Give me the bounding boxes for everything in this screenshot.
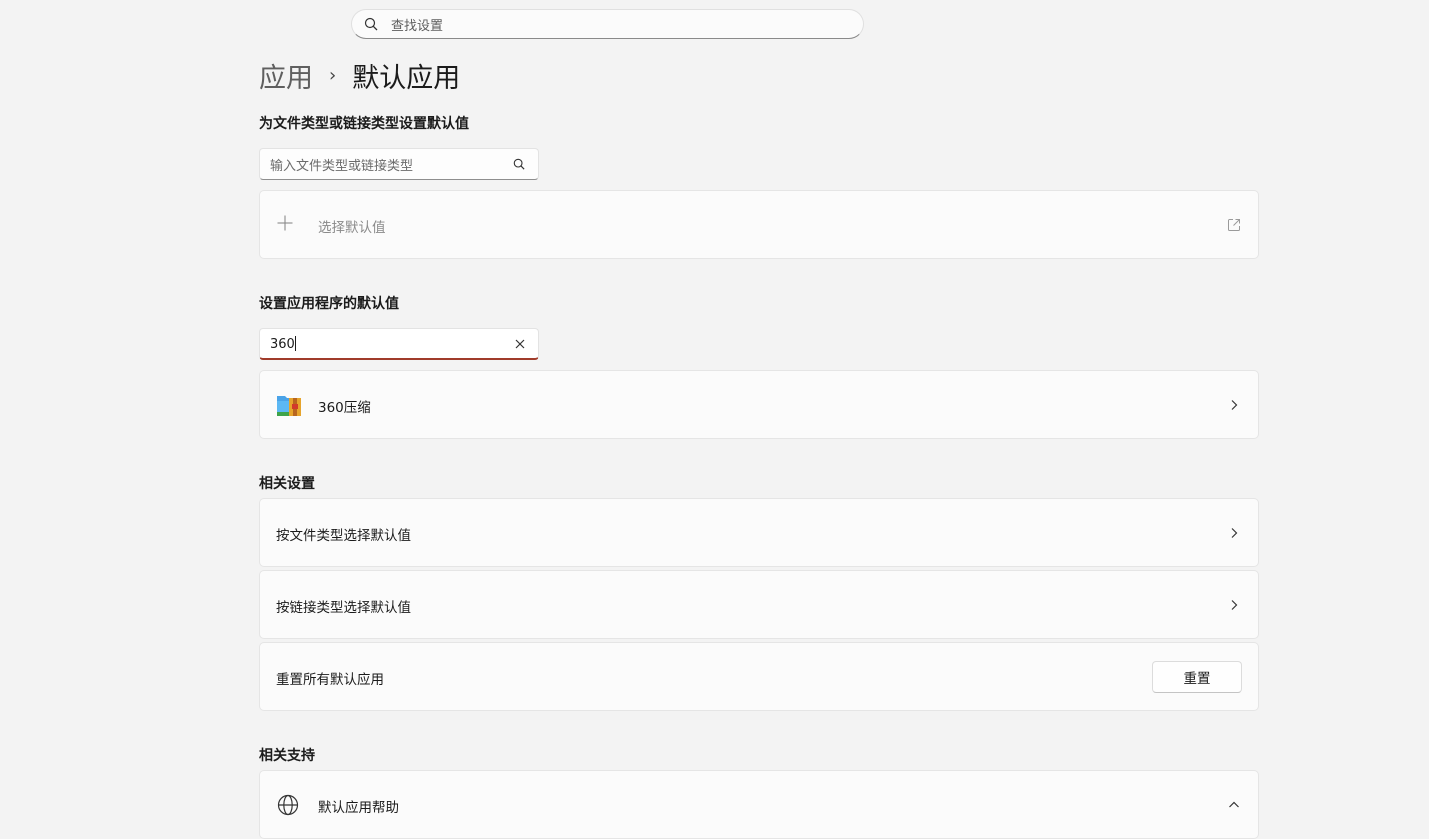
globe-icon <box>277 794 299 816</box>
related-settings-title: 相关设置 <box>259 476 315 492</box>
file-type-search-placeholder: 输入文件类型或链接类型 <box>270 158 414 174</box>
reset-all-defaults-row: 重置所有默认应用 重置 <box>259 642 1259 711</box>
apps-section-title: 设置应用程序的默认值 <box>259 296 399 312</box>
default-apps-help-label: 默认应用帮助 <box>318 800 399 816</box>
chevron-right-icon <box>1231 528 1238 538</box>
app-result-360zip[interactable]: 360压缩 <box>259 370 1259 439</box>
plus-icon <box>277 215 293 231</box>
reset-button[interactable]: 重置 <box>1152 661 1242 693</box>
breadcrumb: 应用 › 默认应用 <box>259 56 460 94</box>
text-caret <box>294 335 296 351</box>
choose-by-file-type-row[interactable]: 按文件类型选择默认值 <box>259 498 1259 567</box>
choose-default-card[interactable]: 选择默认值 <box>259 190 1259 259</box>
search-icon <box>513 158 525 170</box>
choose-by-link-type-label: 按链接类型选择默认值 <box>276 600 411 616</box>
chevron-up-icon <box>1229 801 1239 808</box>
app-search-input[interactable]: 360 <box>259 328 539 360</box>
file-types-section-title: 为文件类型或链接类型设置默认值 <box>259 116 469 132</box>
settings-search-box[interactable]: 查找设置 <box>351 9 864 39</box>
open-external-icon <box>1228 219 1240 231</box>
clear-icon[interactable] <box>515 339 525 349</box>
chevron-right-icon <box>1231 600 1238 610</box>
search-icon <box>364 17 378 31</box>
chevron-right-icon <box>1231 400 1238 410</box>
choose-by-link-type-row[interactable]: 按链接类型选择默认值 <box>259 570 1259 639</box>
settings-search-placeholder: 查找设置 <box>391 18 444 34</box>
reset-all-defaults-label: 重置所有默认应用 <box>276 672 384 688</box>
breadcrumb-parent-apps[interactable]: 应用 <box>259 56 313 95</box>
choose-default-label: 选择默认值 <box>318 220 386 236</box>
page-title: 默认应用 <box>352 62 461 94</box>
app-result-label: 360压缩 <box>318 400 371 416</box>
app-search-value: 360 <box>270 335 296 352</box>
choose-by-file-type-label: 按文件类型选择默认值 <box>276 528 411 544</box>
360-zip-app-icon <box>277 396 301 416</box>
breadcrumb-separator: › <box>329 64 337 86</box>
related-support-title: 相关支持 <box>259 748 315 764</box>
file-type-search-input[interactable]: 输入文件类型或链接类型 <box>259 148 539 180</box>
